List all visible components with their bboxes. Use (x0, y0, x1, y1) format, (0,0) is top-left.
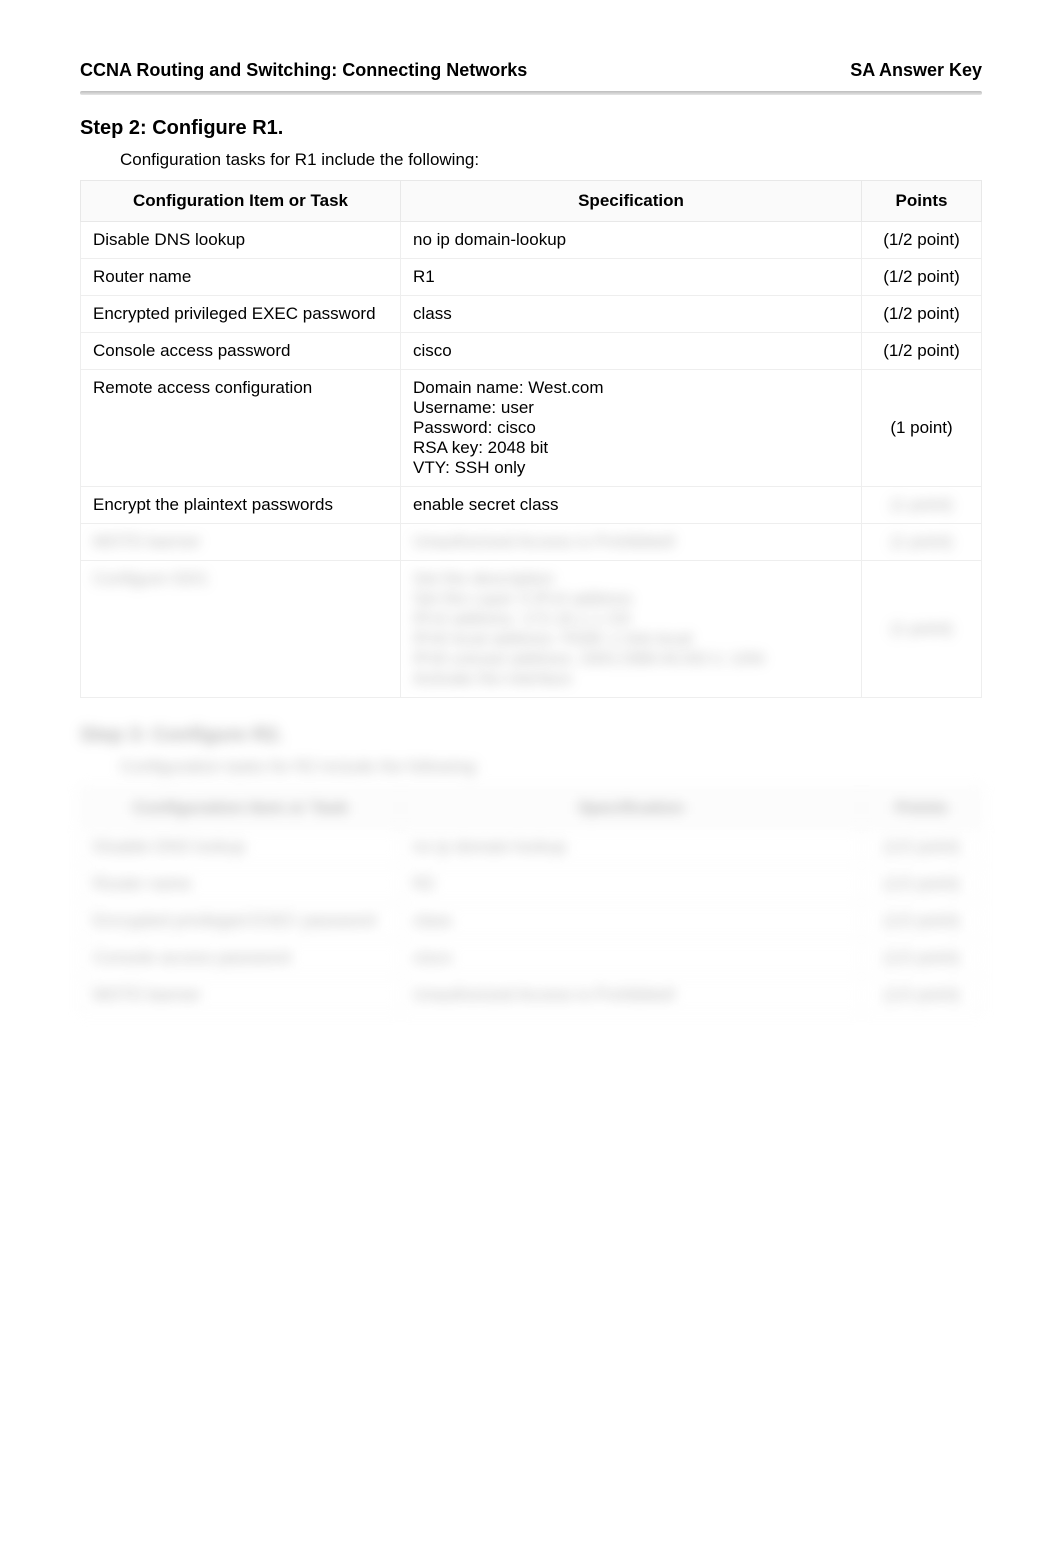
header-left: CCNA Routing and Switching: Connecting N… (80, 60, 527, 81)
cell-spec: cisco (401, 333, 862, 370)
cell-item: Disable DNS lookup (81, 829, 401, 866)
table-row: Disable DNS lookup no ip domain-lookup (… (81, 222, 982, 259)
col-spec: Specification (401, 788, 862, 829)
col-points: Points (862, 181, 982, 222)
cell-points: (1 point) (862, 561, 982, 698)
cell-item: Encrypt the plaintext passwords (81, 487, 401, 524)
step3-title: Step 3: Configure R2. (80, 724, 982, 747)
table-header-row: Configuration Item or Task Specification… (81, 181, 982, 222)
header-right: SA Answer Key (850, 60, 982, 81)
table-row: Configure G0/1 Set the description Set t… (81, 561, 982, 698)
table-header-row: Configuration Item or Task Specification… (81, 788, 982, 829)
cell-spec: Domain name: West.com Username: user Pas… (401, 370, 862, 487)
cell-points: (1/2 point) (862, 903, 982, 940)
cell-item: Encrypted privileged EXEC password (81, 903, 401, 940)
cell-spec: class (401, 903, 862, 940)
cell-item: Router name (81, 866, 401, 903)
cell-points: (1 point) (862, 524, 982, 561)
cell-points: (1/2 point) (862, 259, 982, 296)
page-header: CCNA Routing and Switching: Connecting N… (80, 60, 982, 81)
cell-item: Router name (81, 259, 401, 296)
header-rule (80, 91, 982, 95)
cell-item: Encrypted privileged EXEC password (81, 296, 401, 333)
step3-intro: Configuration tasks for R2 include the f… (120, 757, 982, 777)
cell-points: (1/2 point) (862, 829, 982, 866)
table-row: Encrypted privileged EXEC password class… (81, 903, 982, 940)
cell-item: Console access password (81, 333, 401, 370)
cell-points: (1/2 point) (862, 940, 982, 977)
col-item: Configuration Item or Task (81, 788, 401, 829)
step3-table: Configuration Item or Task Specification… (80, 787, 982, 1014)
table-row: Remote access configuration Domain name:… (81, 370, 982, 487)
cell-spec: R2 (401, 866, 862, 903)
col-points: Points (862, 788, 982, 829)
table-row: Router name R2 (1/2 point) (81, 866, 982, 903)
step3-section: Step 3: Configure R2. Configuration task… (80, 724, 982, 1014)
cell-spec: Set the description Set the Layer 3 IPv4… (401, 561, 862, 698)
cell-spec: cisco (401, 940, 862, 977)
table-row: Encrypted privileged EXEC password class… (81, 296, 982, 333)
cell-points: (1 point) (862, 370, 982, 487)
cell-item: Remote access configuration (81, 370, 401, 487)
cell-points: (1 point) (862, 487, 982, 524)
cell-spec: Unauthorized Access is Prohibited! (401, 977, 862, 1014)
table-row: Disable DNS lookup no ip domain-lookup (… (81, 829, 982, 866)
step2-title: Step 2: Configure R1. (80, 117, 982, 140)
col-spec: Specification (401, 181, 862, 222)
cell-points: (1/2 point) (862, 977, 982, 1014)
cell-points: (1/2 point) (862, 866, 982, 903)
cell-spec: Unauthorized Access is Prohibited! (401, 524, 862, 561)
table-row: Encrypt the plaintext passwords enable s… (81, 487, 982, 524)
cell-spec: R1 (401, 259, 862, 296)
col-item: Configuration Item or Task (81, 181, 401, 222)
cell-spec: no ip domain-lookup (401, 222, 862, 259)
cell-spec: no ip domain-lookup (401, 829, 862, 866)
cell-item: Configure G0/1 (81, 561, 401, 698)
cell-points: (1/2 point) (862, 333, 982, 370)
document-page: CCNA Routing and Switching: Connecting N… (0, 0, 1062, 1556)
cell-item: Disable DNS lookup (81, 222, 401, 259)
cell-points: (1/2 point) (862, 222, 982, 259)
cell-item: MOTD banner (81, 977, 401, 1014)
step2-table: Configuration Item or Task Specification… (80, 180, 982, 698)
table-row: Router name R1 (1/2 point) (81, 259, 982, 296)
cell-item: MOTD banner (81, 524, 401, 561)
cell-item: Console access password (81, 940, 401, 977)
table-row: Console access password cisco (1/2 point… (81, 940, 982, 977)
table-row: Console access password cisco (1/2 point… (81, 333, 982, 370)
table-row: MOTD banner Unauthorized Access is Prohi… (81, 977, 982, 1014)
cell-spec: enable secret class (401, 487, 862, 524)
table-row: MOTD banner Unauthorized Access is Prohi… (81, 524, 982, 561)
step2-intro: Configuration tasks for R1 include the f… (120, 150, 982, 170)
cell-spec: class (401, 296, 862, 333)
cell-points: (1/2 point) (862, 296, 982, 333)
